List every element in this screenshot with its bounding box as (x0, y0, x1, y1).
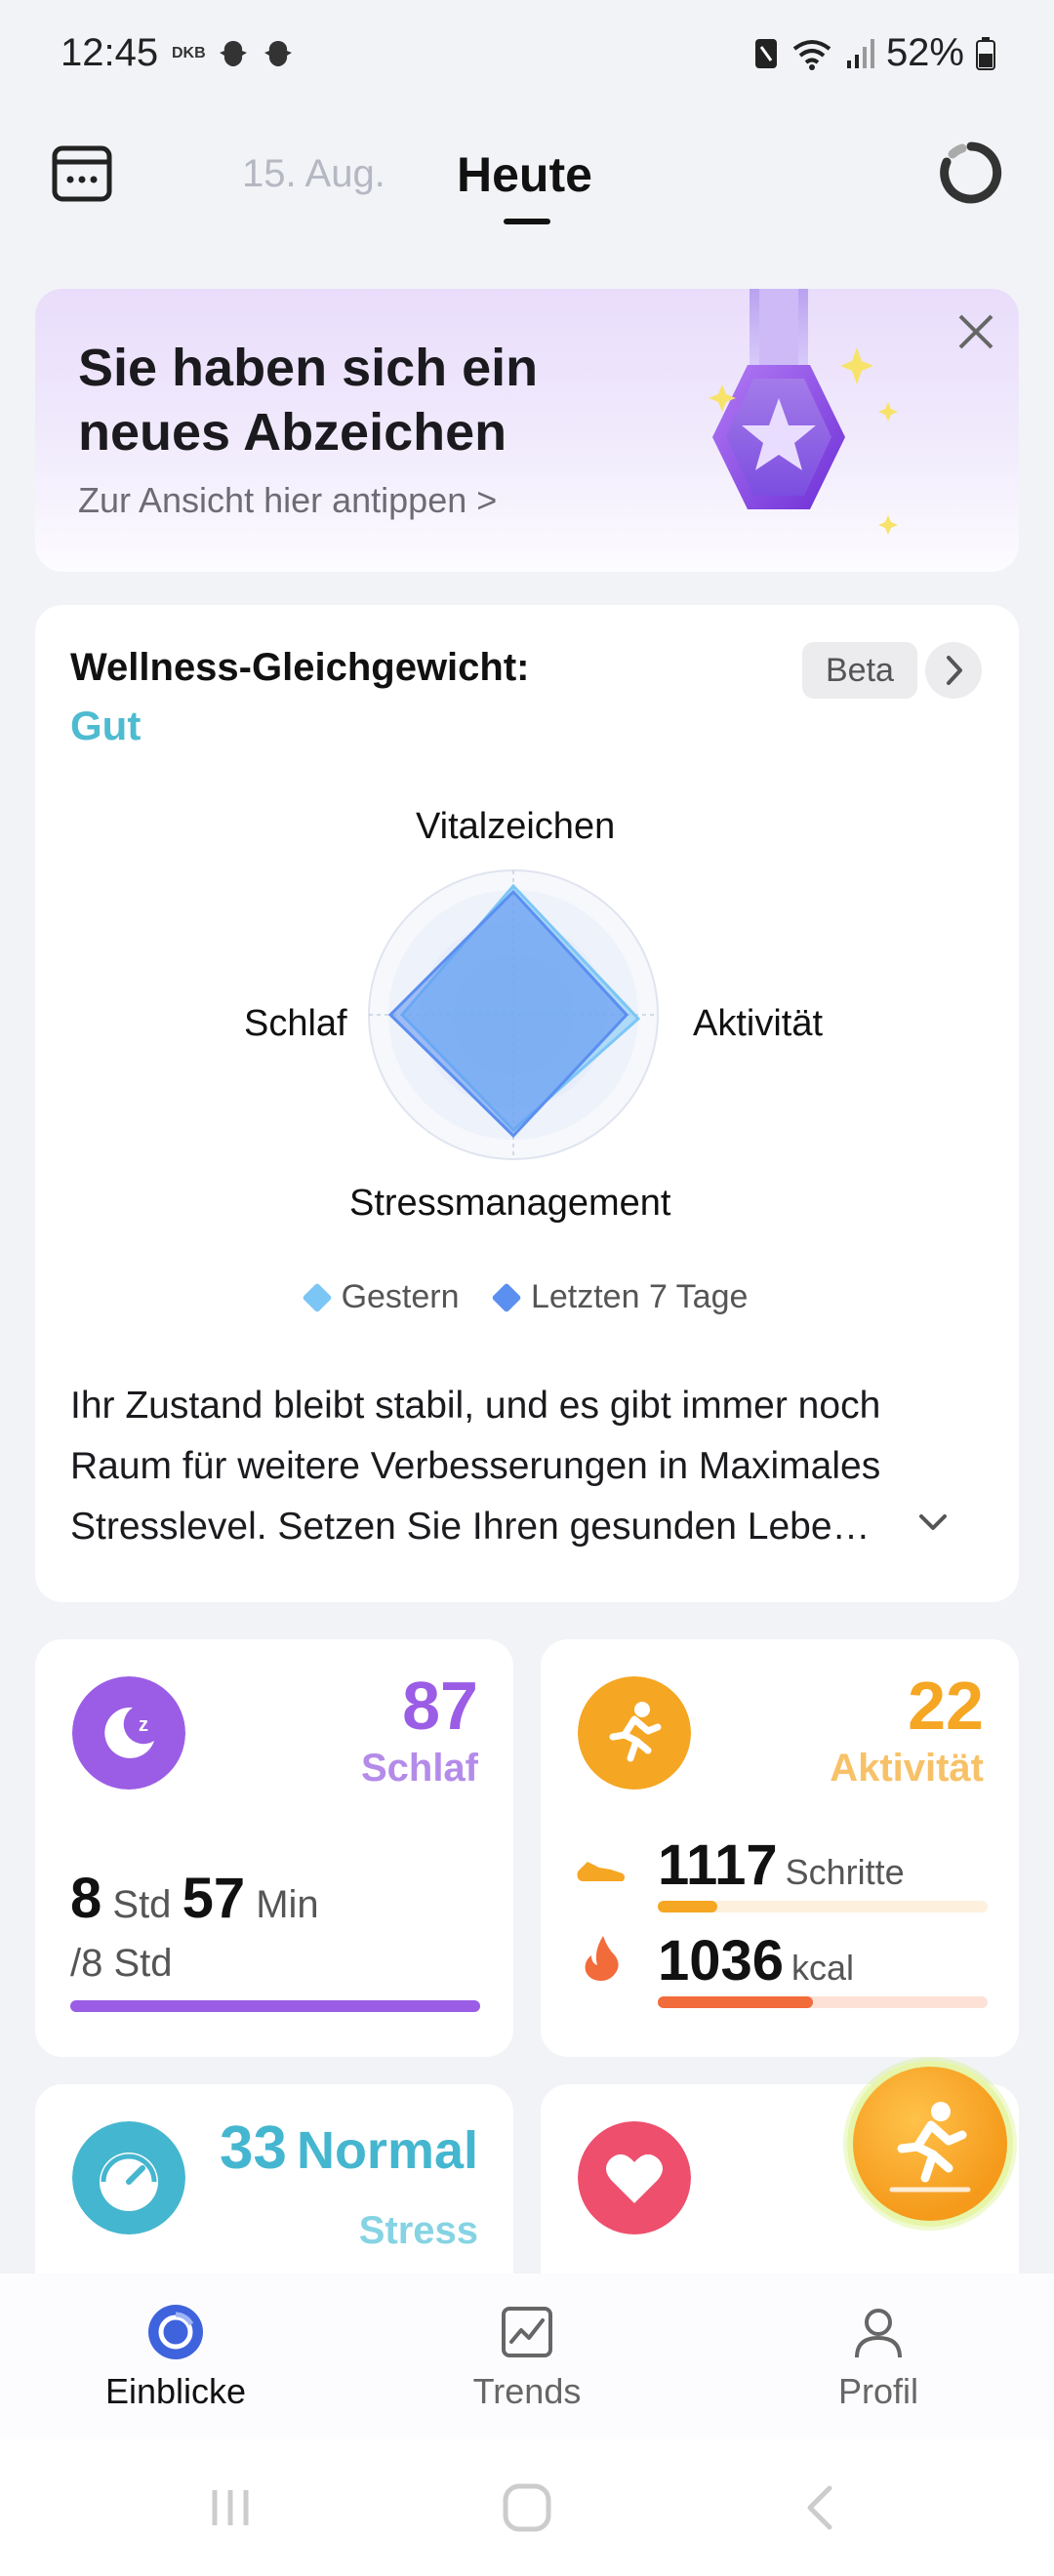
sleep-hours: 8 (70, 1867, 102, 1930)
nav-label: Profil (837, 2371, 919, 2411)
trends-icon (502, 2307, 552, 2357)
calories-value: 1036 kcal (658, 1928, 854, 1993)
dkb-notification-icon: DKB (172, 45, 206, 61)
close-icon[interactable] (949, 304, 1003, 359)
recent-apps-icon[interactable] (201, 2478, 260, 2537)
sleep-duration: 8 Std 57 Min (70, 1866, 319, 1931)
radar-label-sleep: Schlaf (244, 1003, 347, 1044)
home-icon[interactable] (498, 2478, 556, 2537)
radar-label-activity: Aktivität (693, 1003, 824, 1044)
radar-label-vitals: Vitalzeichen (416, 806, 616, 847)
sleep-goal: /8 Std (70, 1942, 173, 1985)
steps-unit: Schritte (785, 1852, 905, 1892)
steps-count: 1117 (658, 1833, 778, 1897)
stress-value: 33 (219, 2114, 287, 2182)
sleep-card[interactable]: z 87 Schlaf 8 Std 57 Min /8 Std (35, 1639, 513, 2057)
wellness-description: Ihr Zustand bleibt stabil, und es gibt i… (70, 1385, 881, 1548)
profile-icon (855, 2309, 902, 2358)
system-navigation-bar (0, 2439, 1054, 2576)
banner-subtitle-text: Zur Ansicht hier antippen (78, 480, 467, 520)
activity-card[interactable]: 22 Aktivität 1117 Schritte 1036 kcal (541, 1639, 1019, 2057)
nav-item-insights[interactable]: Einblicke (68, 2303, 283, 2412)
battery-icon (976, 36, 995, 70)
wellness-radar-chart (368, 869, 659, 1160)
back-icon[interactable] (792, 2478, 851, 2537)
sleep-minutes-unit: Min (256, 1883, 319, 1926)
radar-legend: Gestern Letzten 7 Tage (35, 1278, 1019, 1317)
sleep-minutes: 57 (182, 1867, 246, 1930)
calories-progress-fill (658, 1996, 813, 2008)
chevron-right-icon[interactable] (925, 642, 982, 699)
legend-marker (302, 1281, 333, 1313)
beta-badge: Beta (802, 642, 917, 699)
signal-icon (846, 38, 874, 68)
running-icon (578, 1676, 691, 1790)
chevron-down-icon[interactable] (913, 1503, 953, 1542)
new-badge-banner[interactable]: Sie haben sich ein neues Abzeichen Zur A… (35, 289, 1019, 572)
legend-item-yesterday: Gestern (302, 1278, 460, 1316)
wifi-icon (792, 39, 831, 70)
stress-level: Normal (296, 2121, 478, 2180)
nav-item-trends[interactable]: Trends (420, 2303, 634, 2412)
wellness-title: Wellness-Gleichgewicht: (70, 646, 530, 689)
banner-title: Sie haben sich ein neues Abzeichen (78, 339, 539, 462)
status-bar: 12:45 DKB 52% (0, 0, 1054, 107)
wellness-rating: Gut (70, 703, 142, 748)
notification-icons: DKB (172, 37, 296, 70)
nfc-icon (754, 38, 777, 68)
stress-label: Stress (358, 2209, 478, 2252)
flame-icon (585, 1936, 619, 1981)
medal-icon (709, 289, 898, 535)
svg-text:z: z (139, 1714, 148, 1736)
legend-label: Letzten 7 Tage (530, 1278, 749, 1315)
steps-value: 1117 Schritte (658, 1832, 905, 1898)
date-header: 15. Aug. Heute (0, 117, 1054, 244)
stress-gauge-icon (72, 2121, 185, 2234)
calories-progress-bar (658, 1996, 988, 2008)
calendar-icon[interactable] (51, 142, 113, 205)
activity-score: 22 (908, 1668, 984, 1744)
sleep-label: Schlaf (360, 1747, 478, 1790)
sleep-progress-bar (70, 2000, 480, 2012)
sleep-score: 87 (402, 1668, 478, 1744)
calories-unit: kcal (791, 1948, 855, 1988)
app-notification-icon (219, 41, 247, 66)
heart-icon (578, 2121, 691, 2234)
status-time: 12:45 (61, 31, 159, 74)
legend-marker (491, 1281, 522, 1313)
stress-score: 33 Normal (220, 2113, 478, 2183)
sleep-progress-fill (70, 2000, 480, 2012)
radar-label-stress: Stressmanagement (349, 1183, 671, 1224)
nav-label: Trends (472, 2371, 582, 2411)
tab-today[interactable]: Heute (457, 146, 592, 203)
insights-icon (148, 2305, 203, 2359)
legend-label: Gestern (341, 1278, 460, 1315)
start-workout-button[interactable] (847, 2061, 1013, 2227)
app-notification-icon (264, 41, 292, 66)
calories-count: 1036 (658, 1929, 785, 1992)
sleep-moon-icon: z (72, 1676, 185, 1790)
tab-previous-date[interactable]: 15. Aug. (242, 152, 385, 196)
banner-subtitle[interactable]: Zur Ansicht hier antippen > (78, 480, 497, 521)
steps-progress-fill (658, 1901, 717, 1912)
sync-icon[interactable] (939, 141, 1003, 205)
wellness-balance-card[interactable]: Wellness-Gleichgewicht: Gut Beta Vitalze… (35, 605, 1019, 1602)
nav-label: Einblicke (104, 2371, 247, 2411)
activity-label: Aktivität (830, 1747, 984, 1790)
bottom-navigation: Einblicke Trends Profil (0, 2274, 1054, 2439)
nav-item-profile[interactable]: Profil (771, 2303, 986, 2412)
battery-percent: 52% (885, 31, 964, 74)
active-tab-indicator (504, 219, 550, 224)
chevron-right-icon: > (476, 480, 498, 520)
steps-progress-bar (658, 1901, 988, 1912)
status-right: 52% (753, 31, 995, 75)
running-icon (889, 2102, 971, 2193)
shoe-icon (577, 1862, 625, 1881)
sleep-hours-unit: Std (112, 1883, 172, 1926)
legend-item-last7days: Letzten 7 Tage (491, 1278, 749, 1316)
